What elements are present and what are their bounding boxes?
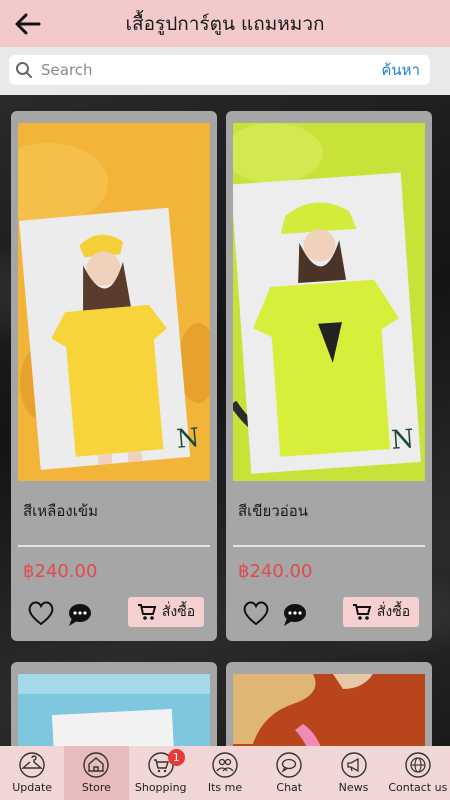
tab-label: Update: [12, 781, 53, 794]
back-button[interactable]: [12, 9, 44, 39]
divider: [233, 545, 425, 547]
tab-store[interactable]: Store: [64, 746, 129, 800]
tab-chat[interactable]: Chat: [257, 746, 321, 800]
product-image[interactable]: N: [11, 123, 217, 481]
header-bar: เสื้อรูปการ์ตูน แถมหมวก: [0, 0, 450, 47]
globe-icon: [404, 751, 432, 779]
tab-its-me[interactable]: Its me: [193, 746, 257, 800]
favorite-button[interactable]: [242, 599, 270, 627]
order-button[interactable]: สั่งซื้อ: [128, 597, 204, 627]
back-arrow-icon: [15, 13, 41, 35]
chat-button[interactable]: [280, 601, 308, 629]
svg-text:N: N: [175, 423, 200, 455]
heart-icon: [28, 601, 54, 626]
store-icon: [82, 751, 110, 779]
tab-label: Contact us: [388, 781, 448, 794]
search-bar: ค้นหา: [0, 47, 450, 95]
tab-label: Its me: [207, 781, 243, 794]
chat-bubble-icon: [69, 604, 91, 626]
product-image[interactable]: N: [226, 123, 425, 481]
product-name: สีเหลืองเข้ม: [23, 502, 98, 520]
search-input[interactable]: [39, 60, 382, 80]
product-card[interactable]: N สีเขียวอ่อน ฿240.00 สั่งซื้อ: [226, 111, 432, 641]
tab-label: Store: [81, 781, 111, 794]
product-card[interactable]: N สีเหลืองเข้ม ฿240.00 สั่งซื้อ: [11, 111, 217, 641]
page-title: เสื้อรูปการ์ตูน แถมหมวก: [125, 12, 325, 35]
favorite-button[interactable]: [27, 599, 55, 627]
tab-label: News: [338, 781, 369, 794]
order-button[interactable]: สั่งซื้อ: [343, 597, 419, 627]
product-name: สีเขียวอ่อน: [238, 502, 309, 520]
search-icon: [9, 55, 39, 85]
cart-icon: [352, 604, 372, 620]
tab-shopping[interactable]: 1 Shopping: [129, 746, 193, 800]
product-price: ฿240.00: [238, 561, 313, 582]
divider: [18, 545, 210, 547]
tab-contact-us[interactable]: Contact us: [386, 746, 450, 800]
order-label: สั่งซื้อ: [376, 604, 411, 620]
tab-update[interactable]: Update: [0, 746, 64, 800]
cart-badge: 1: [167, 749, 185, 766]
search-box: ค้นหา: [9, 55, 430, 85]
order-label: สั่งซื้อ: [161, 604, 196, 620]
hanger-icon: [18, 751, 46, 779]
people-icon: [211, 751, 239, 779]
svg-text:N: N: [390, 424, 415, 456]
tab-news[interactable]: News: [321, 746, 385, 800]
cart-icon: [137, 604, 157, 620]
chat-icon: [275, 751, 303, 779]
tab-label: Shopping: [134, 781, 187, 794]
product-price: ฿240.00: [23, 561, 98, 582]
tab-label: Chat: [276, 781, 303, 794]
chat-bubble-icon: [284, 604, 306, 626]
bottom-tab-bar: Update Store 1 Shopping Its me Chat News: [0, 746, 450, 800]
heart-icon: [243, 601, 269, 626]
megaphone-icon: [340, 751, 368, 779]
chat-button[interactable]: [65, 601, 93, 629]
search-button[interactable]: ค้นหา: [381, 58, 430, 82]
